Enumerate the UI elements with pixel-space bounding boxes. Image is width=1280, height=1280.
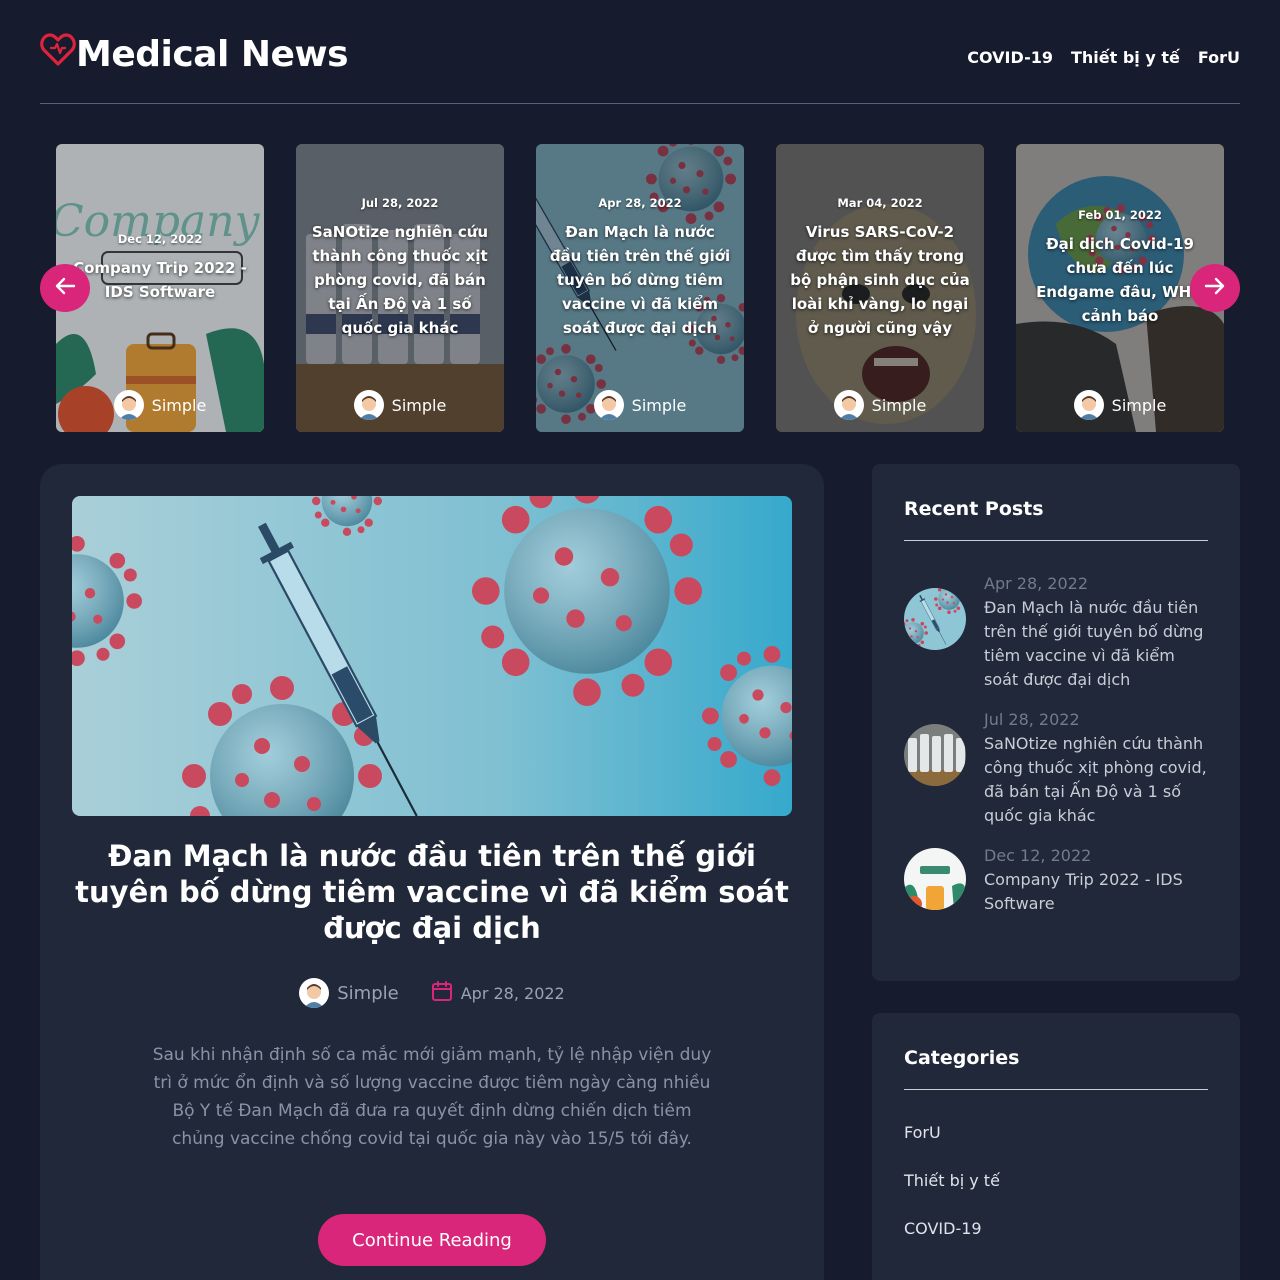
- card-author: Simple: [776, 390, 984, 420]
- divider: [904, 1089, 1208, 1090]
- card-title[interactable]: Virus SARS-CoV-2 được tìm thấy trong bộ …: [788, 220, 972, 340]
- author-name[interactable]: Simple: [392, 396, 447, 415]
- avatar: [299, 978, 330, 1008]
- categories-heading: Categories: [904, 1047, 1020, 1069]
- calendar-icon: [431, 980, 453, 1007]
- post-meta: Simple Apr 28, 2022: [40, 978, 824, 1008]
- heart-icon: [40, 32, 76, 68]
- recent-post-thumbnail[interactable]: [904, 588, 966, 650]
- arrow-right-icon: [1204, 275, 1226, 301]
- recent-post-date: Apr 28, 2022: [984, 574, 1089, 593]
- post-image[interactable]: [72, 496, 792, 816]
- nav-item-medical-equipment[interactable]: Thiết bị y tế: [1071, 48, 1180, 67]
- post-author[interactable]: Simple: [337, 983, 398, 1004]
- author-name[interactable]: Simple: [1112, 396, 1167, 415]
- card-title[interactable]: Đan Mạch là nước đầu tiên trên thế giới …: [548, 220, 732, 340]
- avatar: [1073, 390, 1104, 420]
- avatar: [113, 390, 144, 420]
- post-date: Apr 28, 2022: [460, 983, 565, 1003]
- card-date: Apr 28, 2022: [598, 196, 682, 210]
- recent-post-title[interactable]: Đan Mạch là nước đầu tiên trên thế giới …: [984, 596, 1208, 692]
- recent-posts-heading: Recent Posts: [904, 498, 1044, 520]
- recent-post-item[interactable]: Jul 28, 2022 SaNOtize nghiên cứu thành c…: [904, 708, 1208, 828]
- card-author: Simple: [296, 390, 504, 420]
- card-date: Mar 04, 2022: [837, 196, 923, 210]
- author-name[interactable]: Simple: [632, 396, 687, 415]
- author-name[interactable]: Simple: [152, 396, 207, 415]
- recent-post-title[interactable]: SaNOtize nghiên cứu thành công thuốc xịt…: [984, 732, 1208, 828]
- avatar: [833, 390, 864, 420]
- recent-post-thumbnail[interactable]: [904, 724, 966, 786]
- site-header: Medical News COVID-19 Thiết bị y tế ForU: [40, 28, 1240, 104]
- divider: [904, 540, 1208, 541]
- recent-post-date: Dec 12, 2022: [984, 846, 1092, 865]
- main-nav: COVID-19 Thiết bị y tế ForU: [967, 48, 1240, 67]
- carousel-card[interactable]: Jul 28, 2022 SaNOtize nghiên cứu thành c…: [296, 144, 504, 432]
- carousel-next-button[interactable]: [1190, 264, 1240, 312]
- category-item-medical-equipment[interactable]: Thiết bị y tế: [904, 1171, 1000, 1190]
- author-name[interactable]: Simple: [872, 396, 927, 415]
- site-title: Medical News: [76, 33, 349, 75]
- card-title[interactable]: Company Trip 2022 - IDS Software: [68, 256, 252, 304]
- continue-reading-button[interactable]: Continue Reading: [318, 1214, 546, 1266]
- category-item-covid[interactable]: COVID-19: [904, 1219, 982, 1238]
- nav-item-foru[interactable]: ForU: [1198, 48, 1240, 67]
- card-author: Simple: [536, 390, 744, 420]
- recent-post-date: Jul 28, 2022: [984, 710, 1080, 729]
- card-title[interactable]: SaNOtize nghiên cứu thành công thuốc xịt…: [308, 220, 492, 340]
- site-logo[interactable]: Medical News: [40, 32, 349, 76]
- carousel-prev-button[interactable]: [40, 264, 90, 312]
- carousel-card[interactable]: Apr 28, 2022 Đan Mạch là nước đầu tiên t…: [536, 144, 744, 432]
- featured-carousel: Company Tr Dec 12, 2022 Company Trip 202…: [40, 144, 1240, 432]
- category-item-foru[interactable]: ForU: [904, 1123, 941, 1142]
- nav-item-covid[interactable]: COVID-19: [967, 48, 1053, 67]
- card-author: Simple: [56, 390, 264, 420]
- post-title[interactable]: Đan Mạch là nước đầu tiên trên thế giới …: [72, 838, 792, 946]
- recent-post-title[interactable]: Company Trip 2022 - IDS Software: [984, 868, 1208, 916]
- card-author: Simple: [1016, 390, 1224, 420]
- arrow-left-icon: [54, 275, 76, 301]
- categories-widget: Categories ForU Thiết bị y tế COVID-19: [872, 1013, 1240, 1280]
- avatar: [353, 390, 384, 420]
- card-date: Dec 12, 2022: [117, 232, 203, 246]
- card-date: Feb 01, 2022: [1078, 208, 1162, 222]
- post-excerpt: Sau khi nhận định số ca mắc mới giảm mạn…: [152, 1045, 712, 1149]
- avatar: [593, 390, 624, 420]
- card-date: Jul 28, 2022: [361, 196, 439, 210]
- recent-posts-widget: Recent Posts Apr 28, 2022 Đan Mạch là nư…: [872, 464, 1240, 981]
- recent-post-item[interactable]: Apr 28, 2022 Đan Mạch là nước đầu tiên t…: [904, 572, 1208, 692]
- carousel-card[interactable]: Mar 04, 2022 Virus SARS-CoV-2 được tìm t…: [776, 144, 984, 432]
- card-title[interactable]: Đại dịch Covid-19 chưa đến lúc Endgame đ…: [1028, 232, 1212, 328]
- recent-post-thumbnail[interactable]: [904, 848, 966, 910]
- recent-post-item[interactable]: Dec 12, 2022 Company Trip 2022 - IDS Sof…: [904, 844, 1208, 916]
- main-post: Đan Mạch là nước đầu tiên trên thế giới …: [40, 464, 824, 1280]
